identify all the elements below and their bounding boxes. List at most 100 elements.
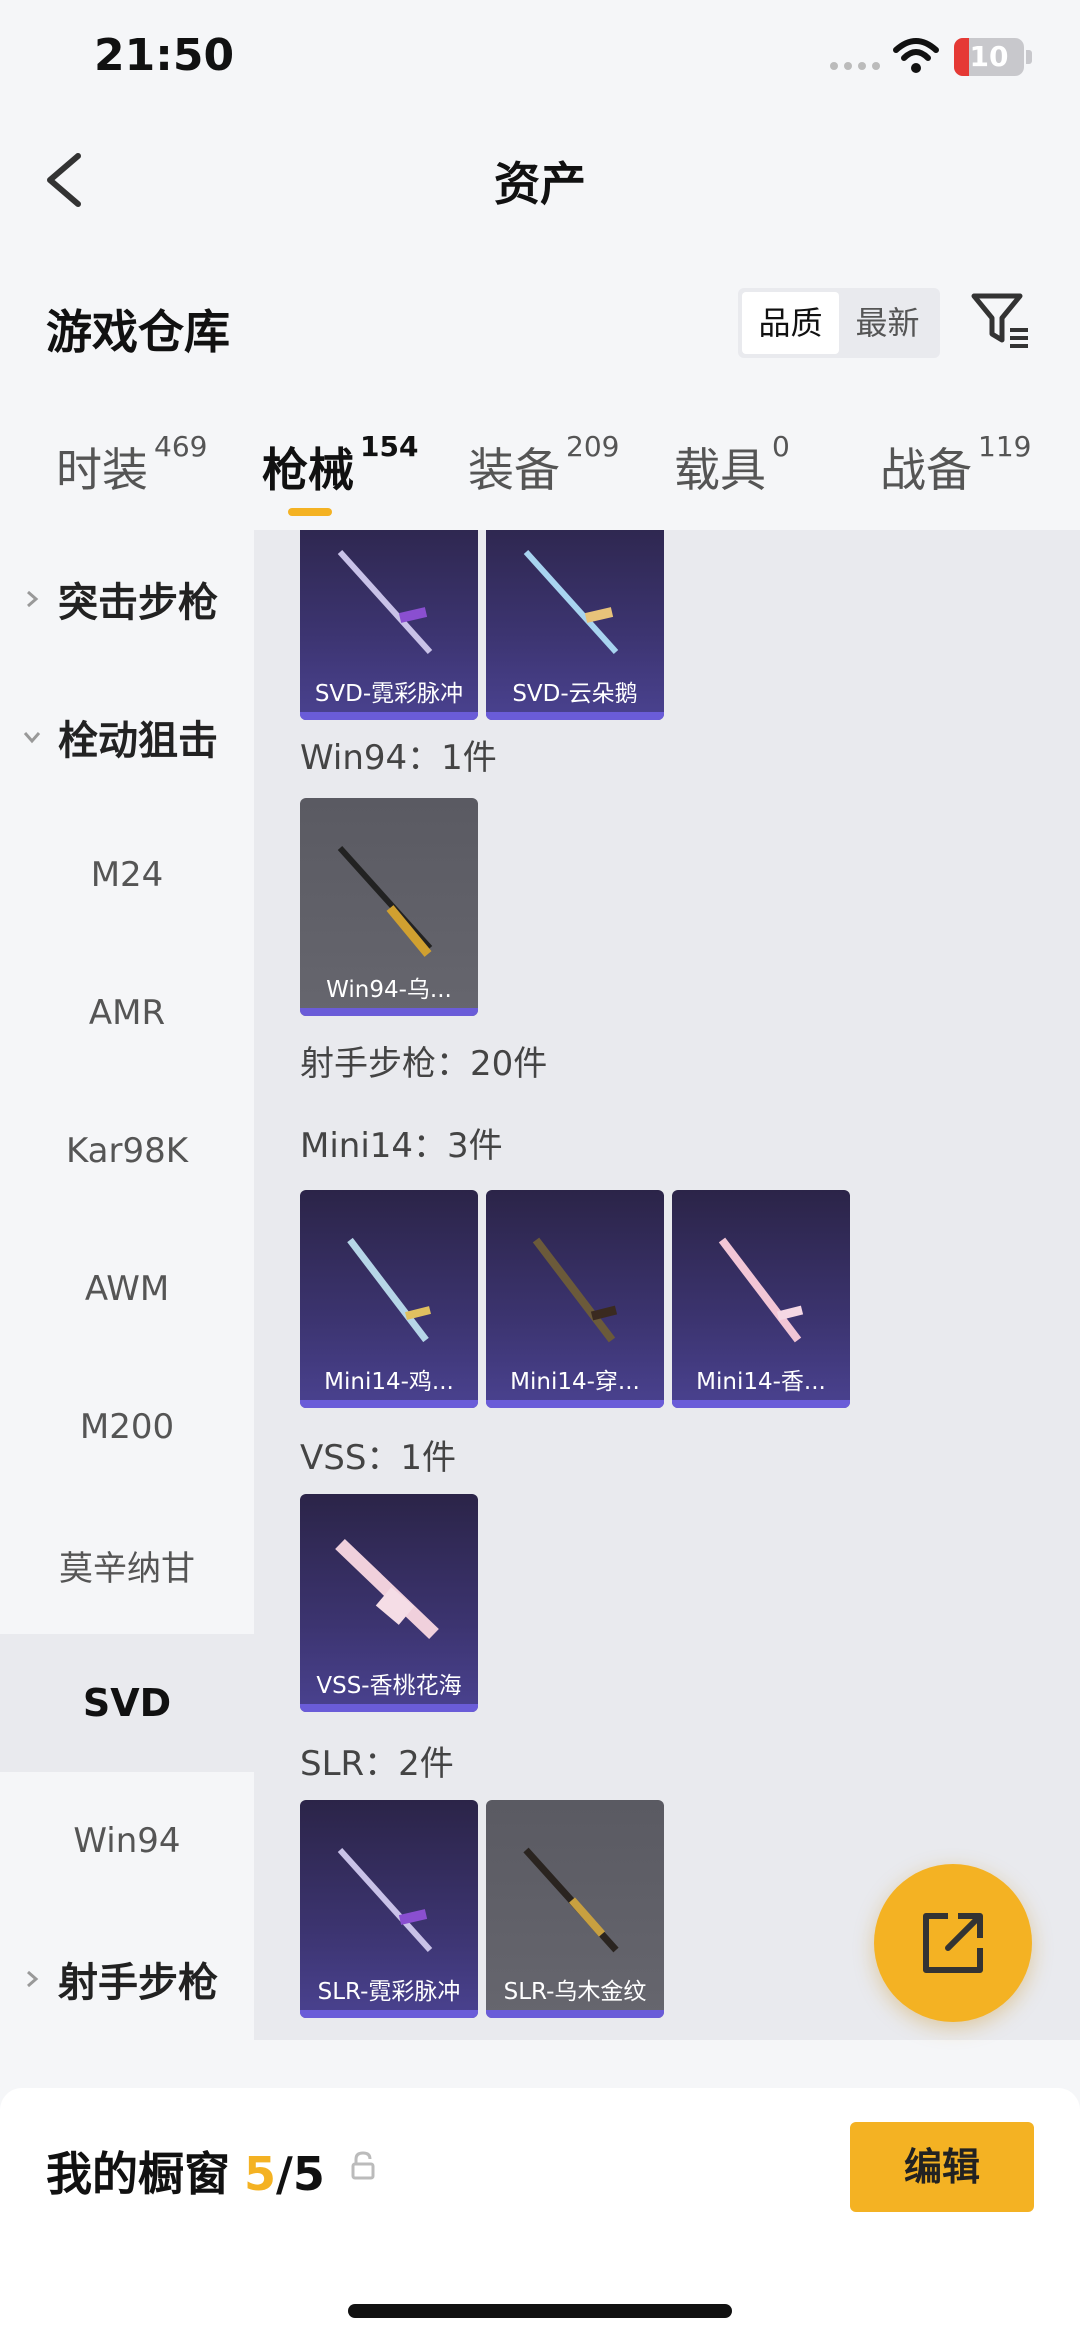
showcase-title: 我的橱窗 5/5 — [46, 2138, 325, 2204]
sidebar-group-label: 射手步枪 — [58, 1960, 218, 2006]
chevron-right-icon — [27, 1970, 39, 1988]
signal-icon — [830, 62, 880, 70]
sidebar-item-win94[interactable]: Win94 — [0, 1772, 254, 1910]
tab-count: 469 — [154, 430, 208, 463]
skin-name: Win94-乌... — [326, 977, 452, 1003]
sort-quality-button[interactable]: 品质 — [742, 292, 839, 354]
sidebar: 突击步枪 栓动狙击 M24 AMR Kar98K AWM M200 莫辛纳甘 S… — [0, 530, 254, 2040]
section-heading-vss: VSS：1件 — [300, 1438, 457, 1478]
rifle-icon — [718, 1237, 804, 1343]
showcase-current: 5 — [244, 2147, 277, 2201]
wifi-icon — [893, 38, 939, 73]
rarity-bar — [486, 1400, 664, 1408]
rifle-icon — [347, 1237, 431, 1343]
tab-label: 载具 — [674, 443, 766, 497]
lock-icon — [351, 2151, 375, 2180]
rifle-icon — [337, 549, 433, 655]
tab-guns[interactable]: 枪械 154 — [262, 430, 418, 500]
rifle-icon — [523, 549, 619, 655]
skin-name: Mini14-鸡... — [324, 1369, 454, 1395]
sidebar-group-bolt-sniper[interactable]: 栓动狙击 — [0, 668, 254, 806]
section-heading-slr: SLR：2件 — [300, 1744, 454, 1784]
rifle-icon — [337, 1847, 433, 1953]
skin-card[interactable]: Mini14-穿... — [486, 1190, 664, 1408]
sidebar-item-m24[interactable]: M24 — [0, 806, 254, 944]
skin-card[interactable]: SLR-霓彩脉冲 — [300, 1800, 478, 2018]
rifle-icon — [337, 845, 433, 957]
tab-vehicles[interactable]: 载具 0 — [674, 430, 790, 500]
rarity-bar — [300, 1008, 478, 1016]
showcase-bar: 我的橱窗 5/5 编辑 — [0, 2088, 1080, 2339]
battery-cap — [1026, 50, 1032, 64]
sidebar-item-mosin[interactable]: 莫辛纳甘 — [0, 1496, 254, 1634]
sidebar-item-m200[interactable]: M200 — [0, 1358, 254, 1496]
tab-active-indicator — [288, 508, 332, 516]
skin-name: Mini14-穿... — [510, 1369, 640, 1395]
skin-name: Mini14-香... — [696, 1369, 826, 1395]
sort-toggle: 品质 最新 — [738, 288, 940, 358]
rifle-icon — [532, 1237, 618, 1343]
rarity-bar — [486, 2010, 664, 2018]
sidebar-item-amr[interactable]: AMR — [0, 944, 254, 1082]
page-title: 资产 — [494, 157, 586, 211]
skin-card[interactable]: SVD-云朵鹅 — [486, 530, 664, 720]
skin-name: SLR-乌木金纹 — [503, 1979, 647, 2005]
chevron-down-icon — [23, 732, 41, 744]
edit-button[interactable]: 编辑 — [850, 2122, 1034, 2212]
rarity-bar — [300, 1400, 478, 1408]
sidebar-group-marksman-rifle[interactable]: 射手步枪 — [0, 1910, 254, 2048]
skin-card[interactable]: Win94-乌... — [300, 798, 478, 1016]
rarity-bar — [300, 1704, 478, 1712]
share-external-icon — [923, 1913, 983, 1973]
skin-name: VSS-香桃花海 — [316, 1673, 462, 1699]
rifle-icon — [523, 1847, 619, 1953]
category-tabs: 时装 469 枪械 154 装备 209 载具 0 战备 119 — [0, 410, 1080, 530]
tab-count: 0 — [772, 430, 790, 463]
section-heading-win94: Win94：1件 — [300, 738, 497, 778]
skin-card[interactable]: Mini14-香... — [672, 1190, 850, 1408]
tab-label: 枪械 — [262, 443, 354, 497]
skin-card[interactable]: Mini14-鸡... — [300, 1190, 478, 1408]
section-heading-mini14: Mini14：3件 — [300, 1126, 503, 1166]
share-button[interactable] — [874, 1864, 1032, 2022]
tab-count: 119 — [978, 430, 1032, 463]
showcase-total: /5 — [276, 2147, 325, 2201]
skin-card[interactable]: SLR-乌木金纹 — [486, 1800, 664, 2018]
status-bar: 21:50 10 — [0, 0, 1080, 120]
tab-count: 154 — [360, 430, 419, 463]
rarity-bar — [672, 1400, 850, 1408]
showcase-label: 我的橱窗 — [46, 2147, 230, 2201]
filter-icon[interactable] — [970, 290, 1032, 350]
rarity-bar — [300, 712, 478, 720]
rarity-bar — [486, 712, 664, 720]
tab-count: 209 — [566, 430, 620, 463]
sidebar-item-svd[interactable]: SVD — [0, 1634, 254, 1772]
sidebar-group-label: 栓动狙击 — [58, 718, 218, 764]
skin-name: SVD-霓彩脉冲 — [314, 681, 464, 707]
tab-label: 时装 — [56, 443, 148, 497]
home-indicator — [348, 2304, 732, 2318]
tab-fashion[interactable]: 时装 469 — [56, 430, 207, 500]
skin-card[interactable]: SVD-霓彩脉冲 — [300, 530, 478, 720]
sidebar-group-label: 突击步枪 — [58, 580, 218, 626]
skin-name: SVD-云朵鹅 — [512, 681, 638, 707]
chevron-right-icon — [27, 590, 39, 608]
item-list: SVD-霓彩脉冲 SVD-云朵鹅 Win94：1件 Win94-乌... 射手步… — [254, 530, 1080, 2040]
status-time: 21:50 — [94, 30, 235, 81]
skin-card[interactable]: VSS-香桃花海 — [300, 1494, 478, 1712]
sidebar-item-kar98k[interactable]: Kar98K — [0, 1082, 254, 1220]
battery-level: 10 — [969, 40, 1009, 73]
warehouse-title: 游戏仓库 — [46, 305, 230, 359]
tab-equipment[interactable]: 装备 209 — [468, 430, 619, 500]
battery-icon: 10 — [954, 38, 1024, 76]
section-heading-marksman: 射手步枪：20件 — [300, 1044, 548, 1084]
rarity-bar — [300, 2010, 478, 2018]
tab-label: 装备 — [468, 443, 560, 497]
sort-latest-button[interactable]: 最新 — [839, 292, 936, 354]
skin-name: SLR-霓彩脉冲 — [317, 1979, 461, 2005]
rifle-icon — [335, 1538, 439, 1640]
tab-supplies[interactable]: 战备 119 — [880, 430, 1031, 500]
sidebar-item-awm[interactable]: AWM — [0, 1220, 254, 1358]
sidebar-group-assault-rifle[interactable]: 突击步枪 — [0, 530, 254, 668]
tab-label: 战备 — [880, 443, 972, 497]
